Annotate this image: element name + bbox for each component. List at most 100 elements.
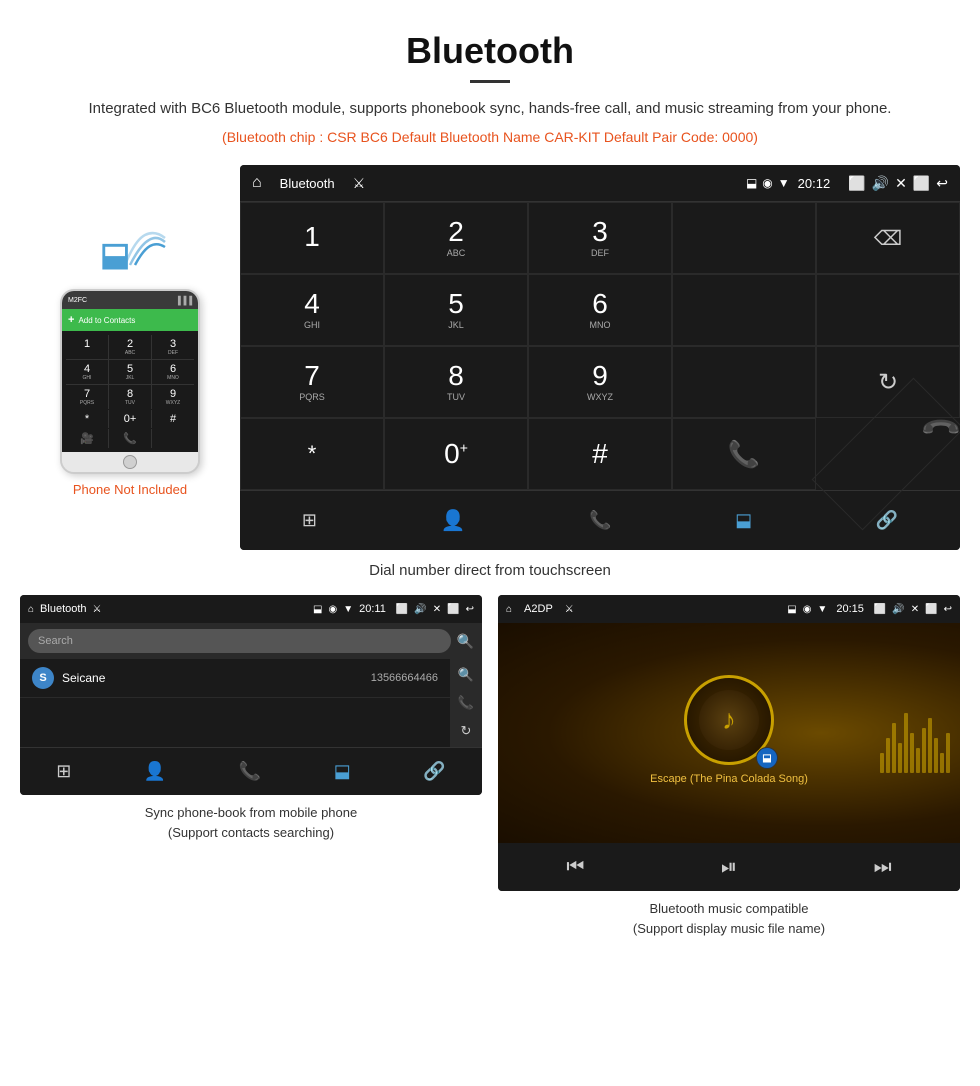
- car-time-main: 20:12: [798, 176, 831, 191]
- dial-key-2[interactable]: 2ABC: [109, 335, 151, 359]
- nav-bluetooth[interactable]: ⬓: [735, 510, 752, 531]
- eq-bar-5: [904, 713, 908, 773]
- phone-status-bar: + Add to Contacts: [62, 309, 198, 331]
- window-icon[interactable]: ⬜: [913, 175, 930, 192]
- eq-bar-7: [916, 748, 920, 773]
- dial-empty-4: [672, 346, 816, 418]
- close-icon-bar[interactable]: ✕: [895, 175, 907, 192]
- phone-home-button[interactable]: [123, 455, 137, 469]
- dial-0[interactable]: 0+: [384, 418, 528, 490]
- pb-home-icon[interactable]: ⌂: [28, 604, 34, 615]
- pb-search-icon[interactable]: 🔍: [457, 633, 474, 650]
- dial-key-hash[interactable]: #: [152, 410, 194, 428]
- pb-nav-phone[interactable]: 📞: [239, 761, 261, 782]
- nav-contacts[interactable]: 👤: [441, 508, 466, 533]
- carrier-label: M2FC: [68, 297, 87, 304]
- music-home-icon[interactable]: ⌂: [506, 604, 512, 615]
- pb-right-call-icon[interactable]: 📞: [458, 695, 474, 711]
- call-button-phone[interactable]: 📞: [109, 429, 151, 448]
- dial-key-6[interactable]: 6MNO: [152, 360, 194, 384]
- caption-main: Dial number direct from touchscreen: [0, 550, 980, 595]
- camera-icon[interactable]: 🎥: [66, 429, 108, 448]
- volume-icon[interactable]: 🔊: [872, 175, 889, 192]
- eq-bar-6: [910, 733, 914, 773]
- dial-6[interactable]: 6 MNO: [528, 274, 672, 346]
- home-icon-main[interactable]: ⌂: [252, 174, 262, 192]
- dial-1[interactable]: 1: [240, 202, 384, 274]
- plus-icon: +: [68, 314, 74, 326]
- music-vol-icon[interactable]: 🔊: [892, 604, 904, 615]
- pb-nav-grid[interactable]: ⊞: [56, 761, 71, 782]
- dial-key-4[interactable]: 4GHI: [66, 360, 108, 384]
- next-button[interactable]: ⏭: [874, 856, 892, 879]
- camera-icon-bar[interactable]: ⬜: [848, 175, 865, 192]
- header-description: Integrated with BC6 Bluetooth module, su…: [60, 97, 920, 121]
- pb-search-placeholder: Search: [38, 635, 73, 647]
- music-usb-icon: ⚔: [565, 604, 574, 615]
- music-back-icon[interactable]: ↩: [944, 604, 952, 615]
- pb-close-icon[interactable]: ✕: [433, 604, 441, 615]
- dial-5[interactable]: 5 JKL: [384, 274, 528, 346]
- music-song-title: Escape (The Pina Colada Song): [650, 773, 808, 785]
- dial-4[interactable]: 4 GHI: [240, 274, 384, 346]
- dial-key-1[interactable]: 1: [66, 335, 108, 359]
- dial-3[interactable]: 3 DEF: [528, 202, 672, 274]
- dial-hash[interactable]: #: [528, 418, 672, 490]
- pb-usb-icon: ⚔: [93, 604, 102, 615]
- music-block: ⌂ A2DP ⚔ ⬓ ◉ ▼ 20:15 ⬜ 🔊 ✕ ⬜ ↩: [498, 595, 960, 942]
- nav-phone[interactable]: 📞: [589, 510, 611, 531]
- dial-key-star[interactable]: *: [66, 410, 108, 428]
- eq-bar-3: [892, 723, 896, 773]
- pb-nav-link[interactable]: 🔗: [423, 761, 445, 782]
- dial-key-7[interactable]: 7PQRS: [66, 385, 108, 409]
- music-close-icon[interactable]: ✕: [911, 604, 919, 615]
- dial-key-5[interactable]: 5JKL: [109, 360, 151, 384]
- eq-bar-1: [880, 753, 884, 773]
- pb-contact-list: S Seicane 13566664466: [20, 659, 450, 747]
- extra-key[interactable]: [152, 429, 194, 448]
- pb-status-bar: ⌂ Bluetooth ⚔ ⬓ ◉ ▼ 20:11 ⬜ 🔊 ✕ ⬜ ↩: [20, 595, 482, 623]
- music-win-icon[interactable]: ⬜: [925, 604, 937, 615]
- play-pause-button[interactable]: ⏯: [721, 856, 737, 879]
- phone-screen: 1 2ABC 3DEF 4GHI 5JKL 6MNO 7PQRS 8TUV 9W…: [62, 331, 198, 452]
- header-specs: (Bluetooth chip : CSR BC6 Default Blueto…: [60, 129, 920, 145]
- prev-button[interactable]: ⏮: [566, 856, 584, 879]
- music-screen: ⌂ A2DP ⚔ ⬓ ◉ ▼ 20:15 ⬜ 🔊 ✕ ⬜ ↩: [498, 595, 960, 891]
- dial-star[interactable]: *: [240, 418, 384, 490]
- dial-key-9[interactable]: 9WXYZ: [152, 385, 194, 409]
- phone-special-row: * 0+ #: [66, 410, 194, 428]
- eq-bar-8: [922, 728, 926, 773]
- phone-not-included-label: Phone Not Included: [73, 482, 187, 497]
- music-app-title: A2DP: [524, 603, 553, 615]
- backspace-button[interactable]: ⌫: [816, 202, 960, 274]
- pb-nav-bar: ⊞ 👤 📞 ⬓ 🔗: [20, 747, 482, 795]
- pb-cam-icon[interactable]: ⬜: [396, 604, 408, 615]
- call-button[interactable]: 📞: [672, 418, 816, 490]
- dial-key-0[interactable]: 0+: [109, 410, 151, 428]
- dial-7[interactable]: 7 PQRS: [240, 346, 384, 418]
- nav-grid[interactable]: ⊞: [302, 510, 317, 531]
- phone-area: ⬓ M2FC ▐▐▐ + Add to Contacts 1 2ABC: [20, 165, 240, 497]
- pb-contact-name: Seicane: [62, 671, 363, 685]
- phone-bottom-bar: [62, 452, 198, 472]
- pb-loc-icon: ◉: [329, 604, 338, 615]
- dial-key-8[interactable]: 8TUV: [109, 385, 151, 409]
- pb-right-reload-icon[interactable]: ↻: [461, 723, 472, 739]
- pb-contact-row[interactable]: S Seicane 13566664466: [20, 659, 450, 698]
- dial-8[interactable]: 8 TUV: [384, 346, 528, 418]
- dial-9[interactable]: 9 WXYZ: [528, 346, 672, 418]
- dial-2[interactable]: 2 ABC: [384, 202, 528, 274]
- pb-nav-user[interactable]: 👤: [144, 761, 166, 782]
- pb-search-box[interactable]: Search: [28, 629, 451, 653]
- pb-win-icon[interactable]: ⬜: [447, 604, 459, 615]
- back-icon-bar[interactable]: ↩: [936, 175, 948, 192]
- pb-vol-icon[interactable]: 🔊: [414, 604, 426, 615]
- music-cam-icon[interactable]: ⬜: [874, 604, 886, 615]
- pb-right-search-icon[interactable]: 🔍: [458, 667, 474, 683]
- bluetooth-status-icon: ⬓: [746, 176, 757, 190]
- dial-screen-area: ⌂ Bluetooth ⚔ ⬓ ◉ ▼ 20:12 ⬜ 🔊 ✕ ⬜ ↩: [240, 165, 960, 550]
- dial-key-3[interactable]: 3DEF: [152, 335, 194, 359]
- pb-nav-bt[interactable]: ⬓: [334, 761, 351, 782]
- dial-empty-2: [672, 274, 816, 346]
- pb-back-icon[interactable]: ↩: [466, 604, 474, 615]
